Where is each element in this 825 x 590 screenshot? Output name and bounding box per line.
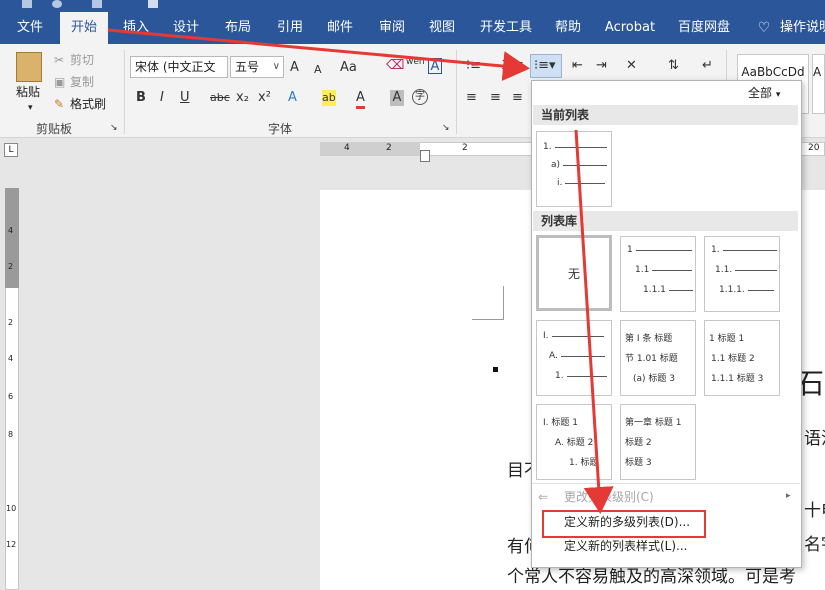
arrow-to-define-new: [574, 129, 614, 514]
annotation-arrows: [107, 28, 614, 514]
arrow-home-to-multilevel: [107, 28, 530, 82]
